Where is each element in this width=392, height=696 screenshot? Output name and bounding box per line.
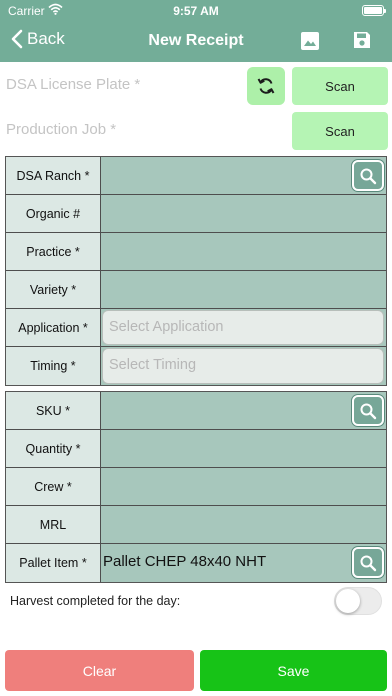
ranch-search-button[interactable] [352,160,384,191]
timing-cell: Select Timing [102,347,386,385]
floppy-save-icon [354,32,370,48]
timing-row: Timing * Select Timing [6,347,386,385]
license-plate-scan-button[interactable]: Scan [292,67,388,105]
timing-label: Timing * [6,347,101,385]
save-label: Save [277,662,310,679]
sync-icon [257,78,275,94]
save-button[interactable]: Save [200,650,387,691]
scan-label: Scan [325,78,355,94]
toggle-knob [336,589,360,613]
application-cell: Select Application [102,309,386,346]
pallet-value: Pallet CHEP 48x40 NHT [103,553,267,570]
battery-icon [362,5,386,16]
quantity-input[interactable] [102,430,386,467]
search-icon [360,168,377,184]
practice-label: Practice * [6,233,101,270]
pallet-label: Pallet Item * [6,544,101,582]
crew-row: Crew * [6,468,386,506]
organic-label: Organic # [6,195,101,232]
crew-label: Crew * [6,468,101,505]
search-icon [360,403,377,419]
application-row: Application * Select Application [6,309,386,347]
sku-input[interactable] [102,392,386,429]
clear-label: Clear [82,662,117,679]
sync-button[interactable] [247,67,285,105]
application-select[interactable]: Select Application [102,310,384,345]
harvest-completed-label: Harvest completed for the day: [10,594,181,608]
variety-label: Variety * [6,271,101,308]
pallet-row: Pallet Item * Pallet CHEP 48x40 NHT [6,544,386,582]
status-bar: Carrier 9:57 AM [0,0,392,22]
quantity-label: Quantity * [6,430,101,467]
ranch-row: DSA Ranch * [6,157,386,195]
nav-bar: Back New Receipt [0,22,392,62]
application-label: Application * [6,309,101,346]
sku-label: SKU * [6,392,101,429]
practice-row: Practice * [6,233,386,271]
harvest-completed-toggle[interactable] [334,587,382,615]
crew-input[interactable] [102,468,386,505]
variety-row: Variety * [6,271,386,309]
back-button[interactable]: Back [10,29,65,49]
clear-button[interactable]: Clear [5,650,194,691]
save-icon-button[interactable] [352,30,372,55]
back-label: Back [27,29,65,48]
license-plate-field[interactable]: DSA License Plate * [6,76,140,93]
variety-value [102,271,386,308]
image-button[interactable] [300,31,320,56]
mrl-label: MRL [6,506,101,543]
pallet-search-button[interactable] [352,547,384,578]
organic-row: Organic # [6,195,386,233]
image-icon [301,32,319,50]
scan-label: Scan [325,123,355,139]
search-icon [360,555,377,571]
mrl-input[interactable] [102,506,386,543]
ranch-details-table: DSA Ranch * Organic # Practice * Variety… [5,156,387,386]
sku-row: SKU * [6,392,386,430]
sku-search-button[interactable] [352,395,384,426]
pallet-input[interactable]: Pallet CHEP 48x40 NHT [102,544,386,582]
production-job-scan-button[interactable]: Scan [292,112,388,150]
quantity-row: Quantity * [6,430,386,468]
production-job-field[interactable]: Production Job * [6,121,116,138]
harvest-completed-row: Harvest completed for the day: [0,585,392,617]
timing-select[interactable]: Select Timing [102,348,384,384]
organic-value [102,195,386,232]
ranch-input[interactable] [102,157,386,194]
ranch-label: DSA Ranch * [6,157,101,194]
status-time: 9:57 AM [173,4,219,18]
mrl-row: MRL [6,506,386,544]
practice-value [102,233,386,270]
product-details-table: SKU * Quantity * Crew * MRL Pallet Item … [5,391,387,583]
chevron-left-icon [11,29,23,49]
